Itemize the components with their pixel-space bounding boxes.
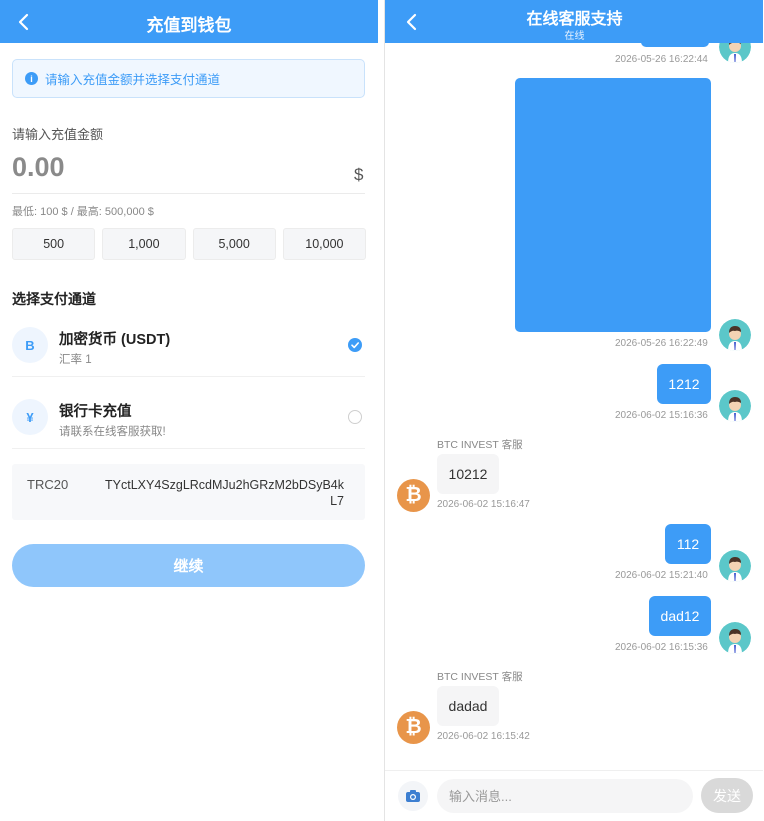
user-avatar-icon bbox=[719, 390, 751, 422]
message-input[interactable] bbox=[437, 779, 693, 813]
page-title: 充值到钱包 bbox=[146, 16, 232, 35]
continue-button[interactable]: 继续 bbox=[12, 544, 365, 587]
amount-unit: $ bbox=[354, 165, 364, 184]
agent-name: BTC INVEST 客服 bbox=[437, 439, 523, 451]
channel-name: 银行卡充值 bbox=[59, 404, 132, 420]
online-status: 在线 bbox=[564, 31, 585, 42]
camera-button[interactable] bbox=[398, 781, 428, 811]
user-avatar-icon bbox=[719, 319, 751, 351]
amount-underline bbox=[12, 193, 365, 194]
info-notice: i 请输入充值金额并选择支付通道 bbox=[12, 59, 365, 98]
message-time: 2026-06-02 15:21:40 bbox=[615, 570, 708, 581]
crypto-icon: B bbox=[12, 327, 48, 363]
amount-input[interactable]: 0.00 bbox=[12, 152, 65, 183]
notice-text: 请输入充值金额并选择支付通道 bbox=[45, 73, 221, 87]
bitcoin-icon: ₿ bbox=[397, 479, 430, 512]
message-time: 2026-06-02 16:15:42 bbox=[437, 731, 530, 742]
deposit-address[interactable]: TYctLXY4SzgLRcdMJu2hGRzM2bDSyB4kL7 bbox=[100, 477, 344, 509]
check-icon bbox=[351, 342, 359, 349]
message-time: 2026-05-26 16:22:49 bbox=[615, 338, 708, 349]
deposit-address-box: TRC20 TYctLXY4SzgLRcdMJu2hGRzM2bDSyB4kL7 bbox=[12, 464, 365, 520]
channel-radio-checked[interactable] bbox=[348, 338, 362, 352]
chat-panel: 在线客服支持 在线 2026-05-26 16:22:44 2026-05-26… bbox=[384, 0, 763, 821]
send-button[interactable]: 发送 bbox=[701, 778, 753, 813]
info-icon: i bbox=[25, 72, 38, 85]
amount-range-hint: 最低: 100 $ / 最高: 500,000 $ bbox=[12, 206, 154, 218]
quick-amount-1000[interactable]: 1,000 bbox=[102, 228, 186, 260]
image-message[interactable] bbox=[515, 78, 711, 332]
address-network: TRC20 bbox=[27, 477, 69, 492]
channel-name: 加密货币 (USDT) bbox=[59, 332, 171, 348]
channel-rate: 汇率 1 bbox=[59, 354, 92, 366]
quick-amount-5000[interactable]: 5,000 bbox=[192, 228, 276, 260]
message-time: 2026-06-02 15:16:36 bbox=[615, 410, 708, 421]
camera-icon bbox=[406, 790, 420, 802]
outgoing-message[interactable]: 1212 bbox=[657, 364, 711, 404]
amount-label: 请输入充值金额 bbox=[12, 127, 104, 142]
channel-hint: 请联系在线客服获取! bbox=[59, 426, 166, 438]
wallet-header: 充值到钱包 bbox=[0, 0, 378, 43]
outgoing-message[interactable]: dad12 bbox=[649, 596, 711, 636]
channel-radio-unchecked[interactable] bbox=[348, 410, 362, 424]
chat-header: 在线客服支持 在线 bbox=[385, 0, 763, 43]
user-avatar-icon bbox=[719, 622, 751, 654]
yen-icon: ¥ bbox=[12, 399, 48, 435]
message-composer: 发送 bbox=[385, 770, 763, 821]
message-time: 2026-05-26 16:22:44 bbox=[615, 54, 708, 65]
wallet-panel: 充值到钱包 i 请输入充值金额并选择支付通道 请输入充值金额 0.00 $ 最低… bbox=[0, 0, 378, 821]
message-time: 2026-06-02 16:15:36 bbox=[615, 642, 708, 653]
outgoing-message[interactable]: 112 bbox=[665, 524, 711, 564]
channel-bank-card[interactable]: ¥ 银行卡充值 请联系在线客服获取! bbox=[12, 377, 365, 449]
quick-amount-500[interactable]: 500 bbox=[12, 228, 96, 260]
incoming-message[interactable]: dadad bbox=[437, 686, 499, 726]
agent-name: BTC INVEST 客服 bbox=[437, 671, 523, 683]
message-time: 2026-06-02 15:16:47 bbox=[437, 499, 530, 510]
incoming-message[interactable]: 10212 bbox=[437, 454, 499, 494]
user-avatar-icon bbox=[719, 550, 751, 582]
chat-title: 在线客服支持 bbox=[526, 11, 623, 28]
quick-amount-10000[interactable]: 10,000 bbox=[282, 228, 366, 260]
channel-usdt[interactable]: B 加密货币 (USDT) 汇率 1 bbox=[12, 305, 365, 377]
quick-amount-row: 500 1,000 5,000 10,000 bbox=[12, 228, 366, 260]
bitcoin-icon: ₿ bbox=[397, 711, 430, 744]
